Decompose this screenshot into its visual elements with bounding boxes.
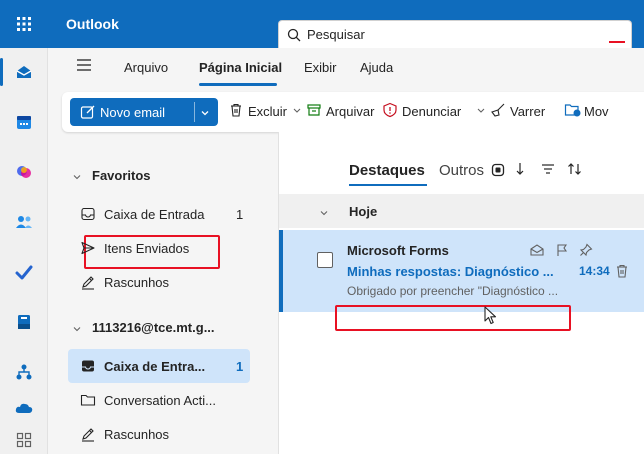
favorites-header[interactable]: Favoritos	[92, 168, 151, 183]
folder-label: Rascunhos	[104, 427, 170, 442]
tab-selected-indicator	[349, 184, 427, 186]
org-chart-icon[interactable]	[8, 356, 40, 388]
report-shield-icon	[382, 102, 398, 121]
message-list: Destaques Outros Hoje Microsoft Forms Mi…	[278, 132, 644, 454]
todo-icon[interactable]	[8, 256, 40, 288]
flag-icon[interactable]	[555, 243, 569, 260]
sweep-icon	[490, 102, 506, 121]
folder-icon	[80, 392, 96, 411]
red-underline-mark	[609, 41, 625, 43]
archive-icon	[306, 102, 322, 121]
move-button[interactable]: Mov	[584, 104, 609, 119]
search-placeholder: Pesquisar	[307, 27, 365, 42]
mark-read-icon[interactable]	[529, 243, 545, 260]
bookings-icon[interactable]	[8, 306, 40, 338]
message-time: 14:34	[579, 264, 610, 278]
filter-icon[interactable]	[541, 163, 555, 178]
ribbon: Novo email Excluir Arquivar Denunciar Va…	[62, 92, 644, 132]
folder-drafts[interactable]: Rascunhos	[68, 265, 250, 299]
rail-active-indicator	[0, 58, 3, 86]
menu-ajuda[interactable]: Ajuda	[360, 60, 393, 75]
message-item[interactable]: Microsoft Forms Minhas respostas: Diagnó…	[279, 230, 644, 312]
message-preview: Obrigado por preencher "Diagnóstico ...	[347, 284, 559, 298]
menu-bar: Arquivo Página Inicial Exibir Ajuda	[48, 48, 644, 88]
folder-account-drafts[interactable]: Rascunhos	[68, 417, 250, 451]
chevron-down-icon[interactable]	[72, 170, 82, 185]
unread-count: 1	[236, 359, 244, 374]
folder-label: Itens Enviados	[104, 241, 190, 256]
folder-sent-items[interactable]: Itens Enviados	[68, 231, 250, 265]
drafts-pencil-icon	[80, 274, 96, 293]
folder-label: Caixa de Entrada	[104, 207, 205, 222]
delete-icon[interactable]	[615, 263, 629, 282]
archive-button[interactable]: Arquivar	[326, 104, 374, 119]
people-icon[interactable]	[8, 206, 40, 238]
folder-label: Rascunhos	[104, 275, 170, 290]
calendar-icon[interactable]	[8, 106, 40, 138]
folder-pane: Favoritos Caixa de Entrada 1 Itens Envia…	[48, 140, 276, 454]
menu-pagina-inicial[interactable]: Página Inicial	[199, 60, 282, 75]
trash-icon	[228, 102, 244, 121]
onedrive-icon[interactable]	[8, 392, 40, 424]
move-folder-icon	[564, 102, 582, 121]
folder-favorites-inbox[interactable]: Caixa de Entrada 1	[68, 197, 250, 231]
menu-exibir[interactable]: Exibir	[304, 60, 337, 75]
app-launcher-icon[interactable]	[0, 0, 48, 48]
jump-to-icon[interactable]	[515, 161, 529, 180]
folder-conversation-history[interactable]: Conversation Acti...	[68, 383, 250, 417]
chevron-down-icon[interactable]	[72, 322, 82, 337]
search-input[interactable]: Pesquisar	[278, 20, 632, 48]
chevron-down-icon[interactable]	[319, 206, 329, 221]
main-area: Arquivo Página Inicial Exibir Ajuda Novo…	[48, 48, 644, 454]
search-icon	[287, 28, 301, 45]
tab-focused[interactable]: Destaques	[349, 162, 425, 179]
folder-label: Caixa de Entra...	[104, 359, 206, 374]
chevron-down-icon[interactable]	[476, 102, 486, 121]
copilot-icon[interactable]	[8, 156, 40, 188]
unread-count: 1	[236, 207, 244, 222]
group-header-today[interactable]: Hoje	[279, 194, 644, 228]
group-label: Hoje	[349, 204, 378, 219]
new-email-label: Novo email	[100, 105, 166, 120]
folder-account-inbox[interactable]: Caixa de Entra... 1	[68, 349, 250, 383]
menu-arquivo[interactable]: Arquivo	[124, 60, 168, 75]
inbox-icon	[80, 206, 96, 225]
sort-icon[interactable]	[567, 161, 583, 180]
compose-icon	[80, 104, 96, 123]
message-subject: Minhas respostas: Diagnóstico ...	[347, 264, 554, 279]
menu-selected-indicator	[199, 83, 277, 86]
send-icon	[80, 240, 96, 259]
top-bar: Outlook Pesquisar	[0, 0, 644, 48]
folder-label: Conversation Acti...	[104, 393, 216, 408]
more-apps-icon[interactable]	[8, 424, 40, 454]
app-rail	[0, 48, 48, 454]
new-email-button[interactable]: Novo email	[70, 98, 218, 126]
selected-indicator	[279, 230, 283, 312]
drafts-pencil-icon	[80, 426, 96, 445]
account-header[interactable]: 1113216@tce.mt.g...	[92, 320, 215, 335]
chevron-down-icon[interactable]	[200, 106, 210, 121]
inbox-icon	[80, 358, 96, 377]
message-list-header: Destaques Outros	[279, 132, 644, 186]
message-sender: Microsoft Forms	[347, 243, 449, 258]
delete-button[interactable]: Excluir	[248, 104, 287, 119]
hamburger-icon[interactable]	[76, 58, 92, 75]
report-button[interactable]: Denunciar	[402, 104, 461, 119]
tab-other[interactable]: Outros	[439, 162, 484, 179]
sweep-button[interactable]: Varrer	[510, 104, 545, 119]
new-email-separator	[194, 102, 195, 122]
mail-icon[interactable]	[8, 56, 40, 88]
mouse-cursor-icon	[484, 306, 498, 329]
chevron-down-icon[interactable]	[292, 102, 302, 121]
pin-icon[interactable]	[579, 243, 593, 260]
message-checkbox[interactable]	[317, 252, 333, 268]
app-title[interactable]: Outlook	[66, 0, 119, 48]
select-mode-icon[interactable]	[491, 163, 505, 180]
